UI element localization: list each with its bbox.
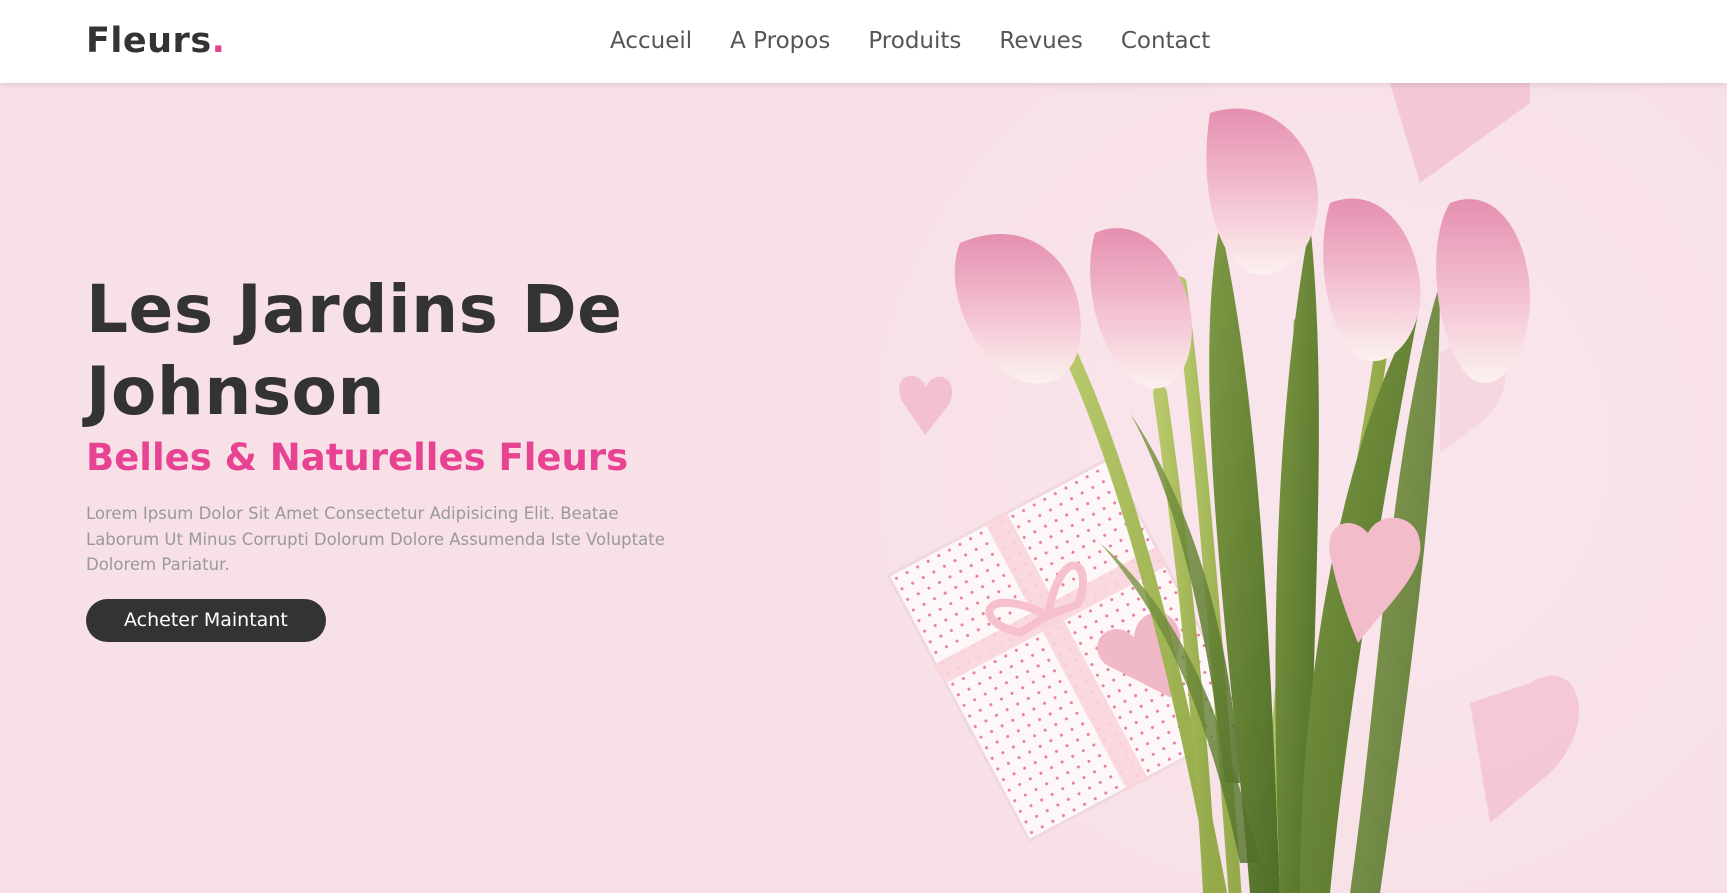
logo[interactable]: Fleurs. [86, 18, 225, 64]
buy-now-button[interactable]: Acheter Maintant [86, 598, 326, 642]
hero-title-line-1: Les Jardins De [86, 271, 623, 348]
main-nav: Accueil A Propos Produits Revues Contact [610, 24, 1248, 58]
hero-description: Lorem Ipsum Dolor Sit Amet Consectetur A… [86, 504, 665, 574]
hero-image [880, 83, 1727, 893]
logo-text: Fleurs [86, 21, 212, 61]
nav-link-contact[interactable]: Contact [1121, 24, 1210, 58]
hero-title: Les Jardins De Johnson [86, 269, 686, 433]
nav-link-produits[interactable]: Produits [868, 24, 961, 58]
nav-link-a-propos[interactable]: A Propos [730, 24, 830, 58]
logo-dot: . [211, 21, 226, 61]
nav-link-accueil[interactable]: Accueil [610, 24, 692, 58]
hero-title-line-2: Johnson [86, 353, 385, 430]
hero-subtitle: Belles & Naturelles Fleurs [86, 436, 629, 479]
hero-content: Les Jardins De Johnson Belles & Naturell… [86, 269, 686, 642]
hero-section: Les Jardins De Johnson Belles & Naturell… [0, 83, 1727, 893]
nav-link-revues[interactable]: Revues [999, 24, 1082, 58]
site-header: Fleurs. Accueil A Propos Produits Revues… [0, 0, 1727, 83]
